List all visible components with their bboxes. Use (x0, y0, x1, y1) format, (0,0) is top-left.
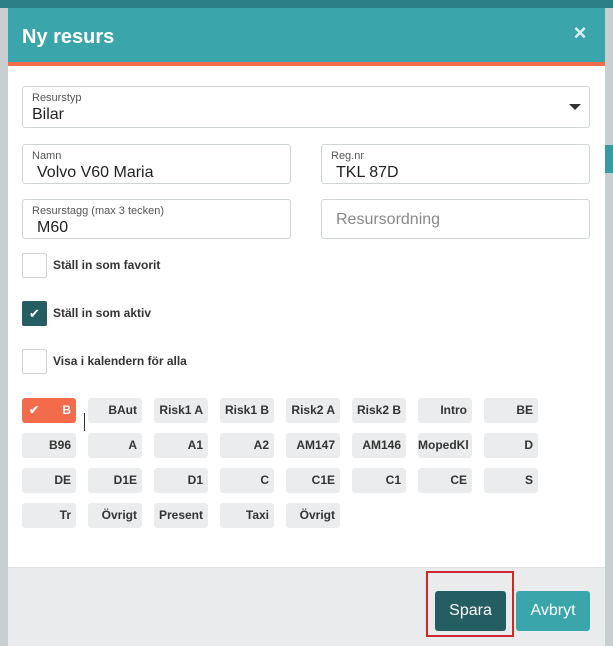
background-app-left (0, 8, 8, 646)
reg-nr-field[interactable]: Reg.nr TKL 87D (321, 144, 590, 184)
category-chip-intro[interactable]: Intro (418, 398, 472, 423)
close-icon[interactable]: × (569, 22, 591, 44)
name-field[interactable]: Namn Volvo V60 Maria (22, 144, 291, 184)
resource-order-field[interactable]: Resursordning (321, 199, 590, 239)
reg-nr-value: TKL 87D (336, 164, 399, 181)
name-value: Volvo V60 Maria (37, 164, 154, 181)
category-chip-c1e[interactable]: C1E (286, 468, 340, 493)
active-checkbox[interactable] (22, 301, 47, 326)
calendar-label: Visa i kalendern för alla (53, 354, 187, 368)
resource-tag-field[interactable]: Resurstagg (max 3 tecken) M60 (22, 199, 291, 239)
category-chip-tr[interactable]: Tr (22, 503, 76, 528)
background-app-topbar (0, 0, 613, 8)
resource-type-label: Resurstyp (32, 92, 82, 104)
background-app-teal-row (605, 145, 613, 173)
background-app-right (605, 8, 613, 646)
category-chip-risk2b[interactable]: Risk2 B (352, 398, 406, 423)
name-label: Namn (32, 150, 62, 162)
category-chip-am146[interactable]: AM146 (352, 433, 406, 458)
category-chip-risk1b[interactable]: Risk1 B (220, 398, 274, 423)
chevron-down-icon (569, 104, 581, 110)
favorite-checkbox[interactable] (22, 253, 47, 278)
active-label: Ställ in som aktiv (53, 306, 152, 320)
category-chip-d[interactable]: D (484, 433, 538, 458)
save-button[interactable]: Spara (435, 591, 506, 631)
category-chip-a1[interactable]: A1 (154, 433, 208, 458)
category-chip-s[interactable]: S (484, 468, 538, 493)
category-chip-d1e[interactable]: D1E (88, 468, 142, 493)
modal-footer: Spara Avbryt (8, 567, 605, 646)
category-chip-d1[interactable]: D1 (154, 468, 208, 493)
calendar-checkbox[interactable] (22, 349, 47, 374)
category-chip-ovrigt-2[interactable]: Övrigt (286, 503, 340, 528)
new-resource-modal: Ny resurs × Resurstyp Bilar Namn Volvo V… (8, 8, 605, 646)
cancel-button[interactable]: Avbryt (516, 591, 590, 631)
resource-order-placeholder: Resursordning (336, 211, 441, 228)
resource-tag-value: M60 (37, 219, 69, 236)
category-chip-b[interactable]: ✔ B (22, 398, 76, 423)
category-chip-baut[interactable]: BAut (88, 398, 142, 423)
category-chip-ce[interactable]: CE (418, 468, 472, 493)
text-cursor (84, 413, 85, 431)
category-chip-c1[interactable]: C1 (352, 468, 406, 493)
favorite-label: Ställ in som favorit (53, 258, 161, 272)
category-chip-taxi[interactable]: Taxi (220, 503, 274, 528)
modal-header: Ny resurs × (8, 8, 605, 66)
category-chip-risk1a[interactable]: Risk1 A (154, 398, 208, 423)
resource-tag-label: Resurstagg (max 3 tecken) (32, 205, 165, 217)
category-chip-a2[interactable]: A2 (220, 433, 274, 458)
category-chip-mopedkl[interactable]: MopedKl (418, 433, 472, 458)
category-chip-de[interactable]: DE (22, 468, 76, 493)
category-chip-am147[interactable]: AM147 (286, 433, 340, 458)
category-chip-present[interactable]: Present (154, 503, 208, 528)
check-icon: ✔ (29, 403, 40, 417)
modal-title: Ny resurs (22, 26, 115, 48)
category-chip-be[interactable]: BE (484, 398, 538, 423)
category-chip-ovrigt-1[interactable]: Övrigt (88, 503, 142, 528)
category-chip-b96[interactable]: B96 (22, 433, 76, 458)
reg-nr-label: Reg.nr (331, 150, 365, 162)
category-chip-risk2a[interactable]: Risk2 A (286, 398, 340, 423)
resource-type-select[interactable]: Resurstyp Bilar (22, 86, 590, 128)
category-chip-a[interactable]: A (88, 433, 142, 458)
category-chip-c[interactable]: C (220, 468, 274, 493)
resource-type-value: Bilar (32, 106, 65, 123)
